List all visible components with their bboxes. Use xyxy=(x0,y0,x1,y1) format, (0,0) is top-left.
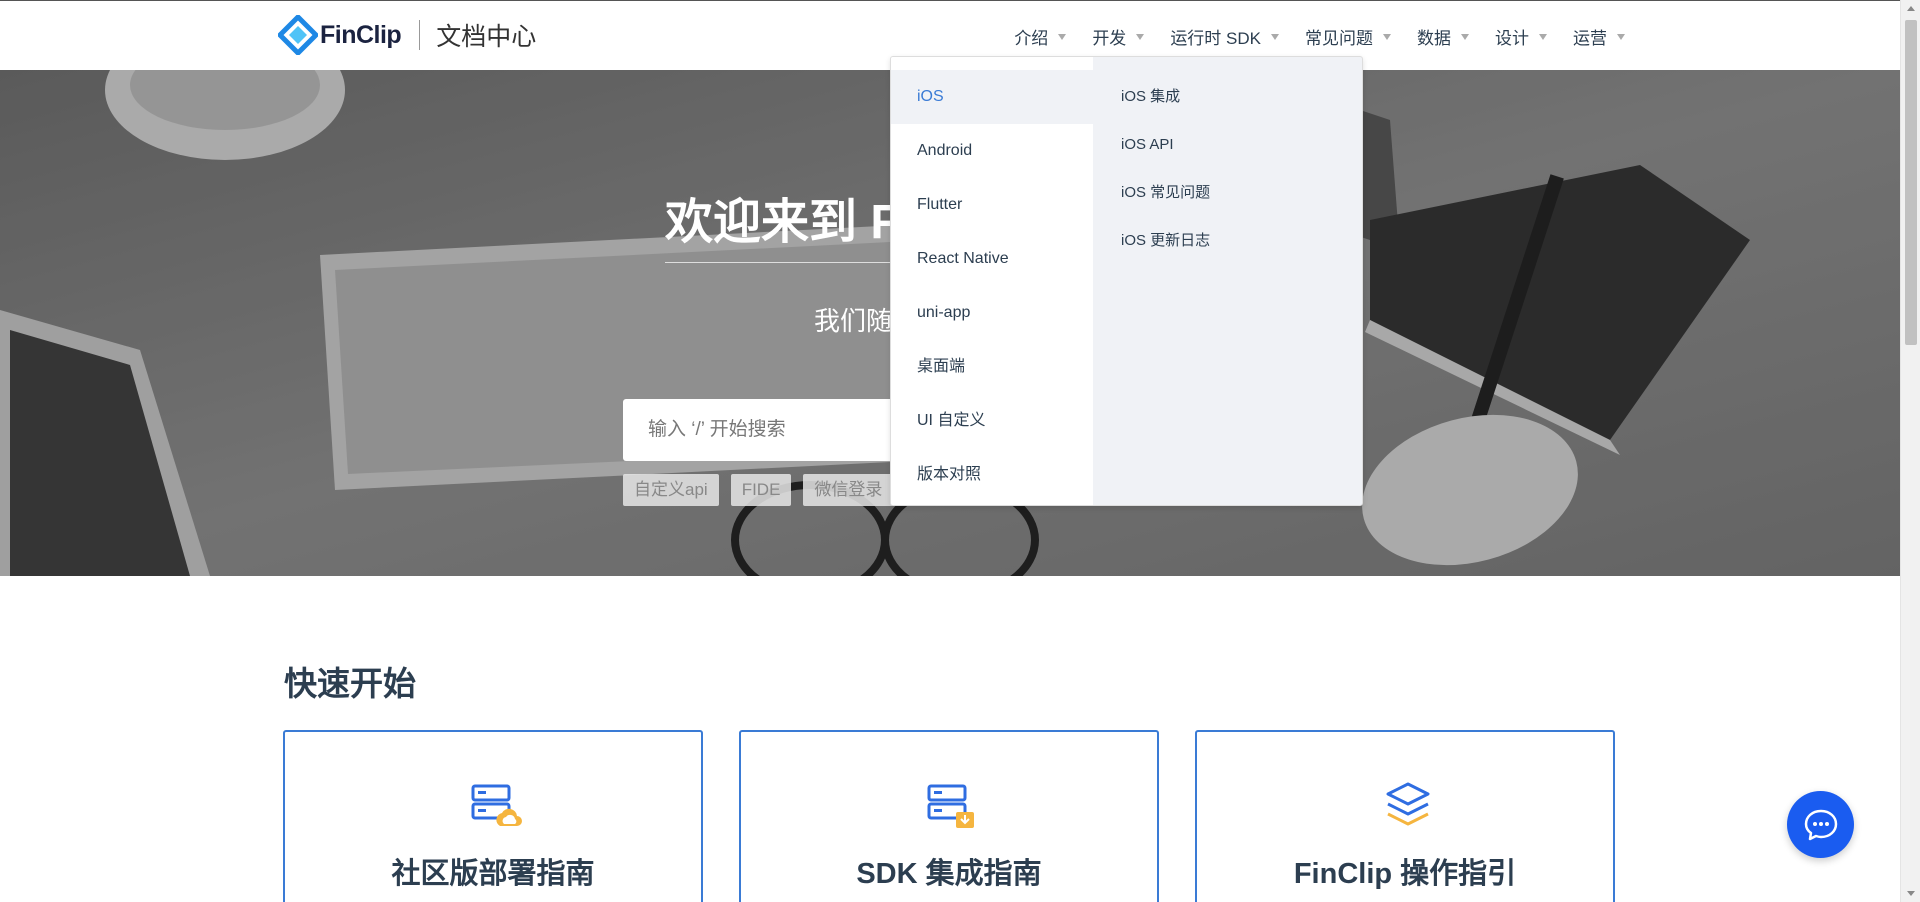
brand-divider xyxy=(419,20,421,50)
nav-item-label: 数据 xyxy=(1417,28,1451,48)
dropdown-item-android[interactable]: Android xyxy=(891,124,1093,178)
page-scrollbar[interactable] xyxy=(1900,0,1920,902)
nav-item-label: 介绍 xyxy=(1014,28,1049,48)
scroll-down-arrow-icon[interactable] xyxy=(1907,891,1915,896)
nav-item-label: 运营 xyxy=(1573,28,1607,48)
nav-item-label: 常见问题 xyxy=(1305,28,1373,48)
dropdown-item-uni-app[interactable]: uni-app xyxy=(891,286,1093,340)
quick-start-title: 快速开始 xyxy=(284,665,416,702)
nav-item-operations[interactable]: 运营 xyxy=(1573,24,1625,49)
card-title: FinClip 操作指引 xyxy=(1293,858,1517,890)
nav-item-label: 开发 xyxy=(1092,28,1127,48)
brand[interactable]: FinClip 文档中心 xyxy=(278,15,536,55)
dropdown-sublink-list: iOS 集成 iOS API iOS 常见问题 iOS 更新日志 xyxy=(1093,57,1362,505)
caret-down-icon xyxy=(1539,34,1547,40)
scrollbar-thumb[interactable] xyxy=(1905,20,1917,345)
card-title: SDK 集成指南 xyxy=(856,858,1042,890)
dropdown-item-ios[interactable]: iOS xyxy=(891,70,1093,124)
nav-item-design[interactable]: 设计 xyxy=(1495,24,1547,49)
card-community-deploy[interactable]: 社区版部署指南 xyxy=(283,730,703,902)
nav-item-develop[interactable]: 开发 xyxy=(1092,24,1145,49)
dropdown-item-flutter[interactable]: Flutter xyxy=(891,178,1093,232)
search-tag[interactable]: 微信登录 xyxy=(803,474,894,506)
chat-bubble-icon xyxy=(1804,809,1837,840)
caret-down-icon xyxy=(1058,34,1067,40)
hero-subtitle: 我们随 xyxy=(814,306,893,336)
dropdown-link-ios-changelog[interactable]: iOS 更新日志 xyxy=(1121,217,1362,265)
dropdown-item-ui-custom[interactable]: UI 自定义 xyxy=(891,394,1093,448)
nav-item-runtime-sdk[interactable]: 运行时 SDK xyxy=(1170,24,1279,49)
card-title: 社区版部署指南 xyxy=(391,858,595,890)
layers-icon xyxy=(1386,782,1430,826)
dropdown-item-react-native[interactable]: React Native xyxy=(891,232,1093,286)
nav-item-data[interactable]: 数据 xyxy=(1417,24,1469,49)
chat-support-button[interactable] xyxy=(1787,791,1854,858)
search-tags: 自定义api FIDE 微信登录 xyxy=(623,474,905,506)
dropdown-link-ios-api[interactable]: iOS API xyxy=(1121,121,1362,169)
dropdown-item-version-compare[interactable]: 版本对照 xyxy=(891,448,1093,502)
nav-item-faq[interactable]: 常见问题 xyxy=(1305,24,1391,49)
dropdown-link-ios-faq[interactable]: iOS 常见问题 xyxy=(1121,169,1362,217)
nav-item-label: 运行时 SDK xyxy=(1170,28,1261,48)
card-sdk-integration[interactable]: SDK 集成指南 xyxy=(739,730,1159,902)
dropdown-platform-list: iOS Android Flutter React Native uni-app… xyxy=(891,57,1093,505)
caret-down-icon xyxy=(1383,34,1391,40)
dropdown-item-desktop[interactable]: 桌面端 xyxy=(891,340,1093,394)
server-download-icon xyxy=(927,784,974,828)
caret-down-icon xyxy=(1271,34,1279,40)
dropdown-link-ios-integration[interactable]: iOS 集成 xyxy=(1121,73,1362,121)
search-tag[interactable]: 自定义api xyxy=(623,474,719,506)
nav-item-intro[interactable]: 介绍 xyxy=(1014,24,1067,49)
brand-name: FinClip xyxy=(320,20,402,49)
brand-subtitle: 文档中心 xyxy=(436,23,537,51)
caret-down-icon xyxy=(1461,34,1469,40)
card-finclip-guide[interactable]: FinClip 操作指引 xyxy=(1195,730,1615,902)
caret-down-icon xyxy=(1136,34,1145,40)
server-cloud-icon xyxy=(471,784,522,826)
finclip-logo-icon xyxy=(278,15,318,55)
scroll-up-arrow-icon[interactable] xyxy=(1907,6,1915,11)
nav-item-label: 设计 xyxy=(1495,28,1529,48)
caret-down-icon xyxy=(1617,34,1625,40)
runtime-sdk-dropdown: iOS Android Flutter React Native uni-app… xyxy=(890,56,1363,506)
search-tag[interactable]: FIDE xyxy=(730,474,792,506)
